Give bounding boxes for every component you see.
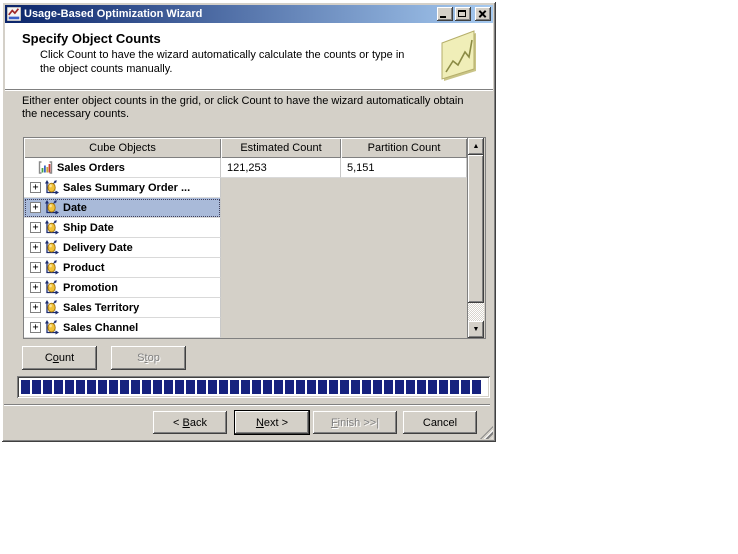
dimension-icon xyxy=(45,300,59,315)
stop-button: Stop xyxy=(111,346,186,370)
estimated-count-cell[interactable]: 121,253 xyxy=(221,158,341,178)
table-row[interactable]: + Sales Summary Order ... xyxy=(24,178,467,198)
table-row[interactable]: + Promotion xyxy=(24,278,467,298)
title-bar[interactable]: Usage-Based Optimization Wizard xyxy=(5,5,493,23)
scrollbar-track[interactable] xyxy=(468,303,484,321)
dimension-icon xyxy=(45,280,59,295)
table-row[interactable]: + Date xyxy=(24,198,467,218)
table-row[interactable]: + Sales Channel xyxy=(24,318,467,338)
dimension-icon xyxy=(45,180,59,195)
wizard-header: Specify Object Counts Click Count to hav… xyxy=(5,23,493,90)
estimated-count-cell[interactable] xyxy=(221,318,341,338)
minimize-button[interactable] xyxy=(437,7,453,21)
row-label: Sales Territory xyxy=(63,301,140,314)
maximize-icon xyxy=(458,10,466,17)
maximize-button[interactable] xyxy=(455,7,471,21)
table-row[interactable]: + Sales Territory xyxy=(24,298,467,318)
wizard-dialog: Usage-Based Optimization Wizard Specify … xyxy=(2,2,496,442)
page-title: Specify Object Counts xyxy=(22,31,161,46)
close-button[interactable] xyxy=(475,7,491,21)
estimated-count-cell[interactable] xyxy=(221,218,341,238)
next-button[interactable]: Next > xyxy=(234,410,310,435)
grid-header: Cube Objects Estimated Count Partition C… xyxy=(24,138,467,158)
estimated-count-cell[interactable] xyxy=(221,198,341,218)
partition-count-cell[interactable] xyxy=(341,238,467,258)
instruction-text: Either enter object counts in the grid, … xyxy=(22,95,464,120)
dimension-icon xyxy=(45,320,59,335)
estimated-count-cell[interactable] xyxy=(221,258,341,278)
scroll-down-icon: ▼ xyxy=(472,326,480,333)
partition-count-cell[interactable] xyxy=(341,218,467,238)
table-row[interactable]: + Ship Date xyxy=(24,218,467,238)
column-header-estimated-count[interactable]: Estimated Count xyxy=(221,138,341,158)
partition-count-cell[interactable] xyxy=(341,198,467,218)
table-row[interactable]: + Sales Orders 121,253 5,151 xyxy=(24,158,467,178)
dimension-icon xyxy=(45,220,59,235)
chart-wizard-icon xyxy=(7,7,21,21)
measure-group-icon xyxy=(38,161,53,174)
count-button[interactable]: Count xyxy=(22,346,97,370)
dimension-icon xyxy=(45,200,59,215)
grid-body: + Sales Orders 121,253 5,151 + xyxy=(24,158,467,338)
separator xyxy=(4,404,490,406)
estimated-count-cell[interactable] xyxy=(221,278,341,298)
finish-button: Finish >>| xyxy=(313,411,397,434)
table-row[interactable]: + Product xyxy=(24,258,467,278)
expand-icon[interactable]: + xyxy=(30,302,41,313)
estimated-count-cell[interactable] xyxy=(221,238,341,258)
partition-count-cell[interactable] xyxy=(341,178,467,198)
estimated-count-cell[interactable] xyxy=(221,298,341,318)
column-header-cube-objects[interactable]: Cube Objects xyxy=(24,138,221,158)
minimize-icon xyxy=(440,16,446,18)
progress-bar xyxy=(17,376,490,398)
cancel-button[interactable]: Cancel xyxy=(403,411,477,434)
partition-count-cell[interactable] xyxy=(341,278,467,298)
row-label: Sales Summary Order ... xyxy=(63,181,191,194)
partition-count-cell[interactable] xyxy=(341,318,467,338)
expand-icon[interactable]: + xyxy=(30,222,41,233)
partition-count-cell[interactable] xyxy=(341,298,467,318)
expand-icon[interactable]: + xyxy=(30,282,41,293)
scrollbar-thumb[interactable] xyxy=(468,155,484,303)
table-row[interactable]: + Delivery Date xyxy=(24,238,467,258)
expand-icon[interactable]: + xyxy=(30,182,41,193)
row-label: Product xyxy=(63,261,105,274)
dimension-icon xyxy=(45,240,59,255)
row-label: Ship Date xyxy=(63,221,114,234)
scroll-up-button[interactable]: ▲ xyxy=(468,138,484,155)
expand-icon[interactable]: + xyxy=(30,322,41,333)
resize-grip-icon[interactable] xyxy=(480,426,493,439)
expand-icon[interactable]: + xyxy=(30,262,41,273)
estimated-count-cell[interactable] xyxy=(221,178,341,198)
dimension-icon xyxy=(45,260,59,275)
object-counts-grid: Cube Objects Estimated Count Partition C… xyxy=(23,137,486,339)
line-chart-icon xyxy=(441,30,476,81)
row-label: Sales Orders xyxy=(57,161,125,174)
partition-count-cell[interactable]: 5,151 xyxy=(341,158,467,178)
back-button[interactable]: < Back xyxy=(153,411,227,434)
scroll-down-button[interactable]: ▼ xyxy=(468,321,484,338)
row-label: Sales Channel xyxy=(63,321,139,334)
page-description: Click Count to have the wizard automatic… xyxy=(40,49,405,75)
row-label: Promotion xyxy=(63,281,118,294)
column-header-partition-count[interactable]: Partition Count xyxy=(341,138,467,158)
row-label: Date xyxy=(63,201,87,214)
partition-count-cell[interactable] xyxy=(341,258,467,278)
row-label: Delivery Date xyxy=(63,241,133,254)
window-title: Usage-Based Optimization Wizard xyxy=(24,8,203,20)
expand-icon[interactable]: + xyxy=(30,242,41,253)
progress-track xyxy=(21,380,486,394)
vertical-scrollbar[interactable]: ▲ ▼ xyxy=(467,138,484,338)
scroll-up-icon: ▲ xyxy=(472,143,480,150)
expand-icon[interactable]: + xyxy=(30,202,41,213)
